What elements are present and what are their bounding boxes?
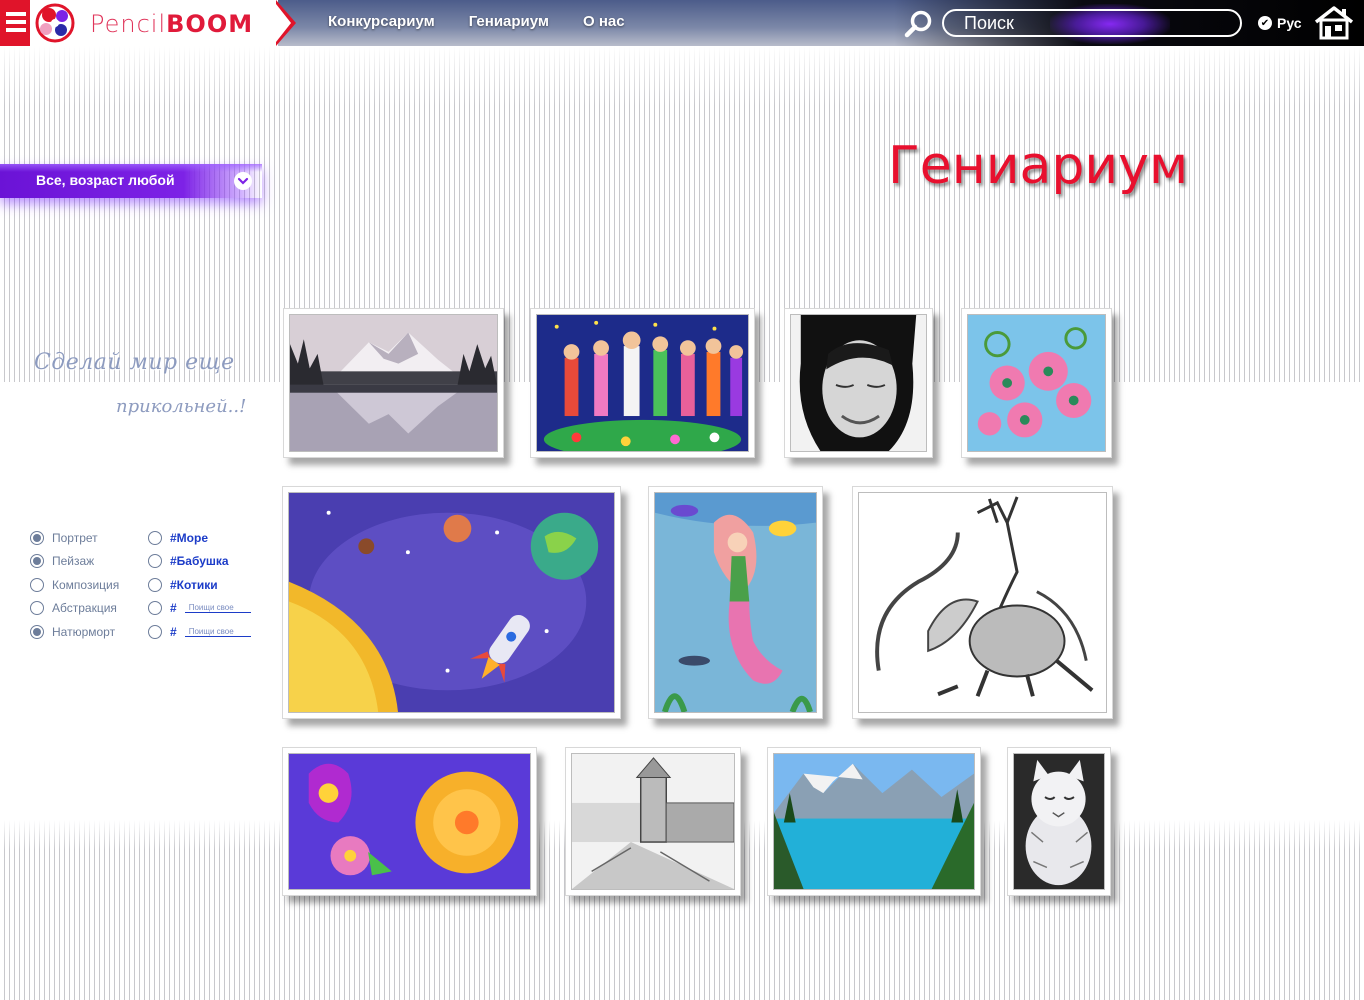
space-painting-image xyxy=(289,493,614,712)
tag-filter-cats[interactable]: #Котики xyxy=(148,573,251,597)
monastery-sketch-image xyxy=(572,754,734,889)
check-icon: ✔ xyxy=(1258,16,1272,30)
search-input[interactable] xyxy=(944,11,1240,34)
radio-button[interactable] xyxy=(30,530,44,545)
language-label: Рус xyxy=(1277,15,1302,31)
gallery-item-cat-drawing[interactable] xyxy=(1007,747,1111,896)
gallery-item-space-painting[interactable] xyxy=(282,486,621,719)
language-selector[interactable]: ✔ Рус xyxy=(1258,15,1302,31)
slogan: Сделай мир еще прикольней..! xyxy=(34,344,264,444)
logo-text: PencilBOOM xyxy=(90,10,254,38)
gallery-item-paper-roses[interactable] xyxy=(282,747,537,896)
search-box xyxy=(942,9,1242,37)
logo-block[interactable]: PencilBOOM xyxy=(0,0,296,46)
category-filter-landscape[interactable]: Пейзаж xyxy=(30,550,119,574)
nav-about[interactable]: О нас xyxy=(583,13,625,30)
home-icon[interactable] xyxy=(1312,4,1356,40)
radio-button[interactable] xyxy=(148,577,162,592)
tag-filter-grandma[interactable]: #Бабушка xyxy=(148,550,251,574)
woman-portrait-image xyxy=(791,315,926,451)
category-filter-composition[interactable]: Композиция xyxy=(30,573,119,597)
gallery-item-monastery-sketch[interactable] xyxy=(565,747,741,896)
slogan-line-1: Сделай мир еще xyxy=(34,350,235,375)
gallery-item-mountain-lake[interactable] xyxy=(283,308,504,458)
tag-filters: #Море #Бабушка #Котики # # xyxy=(148,526,251,644)
search-icon[interactable] xyxy=(903,9,935,39)
radio-button[interactable] xyxy=(148,530,162,545)
cat-drawing-image xyxy=(1014,754,1104,889)
chevron-down-icon[interactable] xyxy=(234,172,252,190)
age-filter-label: Все, возраст любой xyxy=(36,172,175,188)
gallery-item-children-drawing[interactable] xyxy=(530,308,755,458)
radio-button[interactable] xyxy=(30,554,44,569)
slogan-line-2: прикольней..! xyxy=(116,396,247,417)
radio-button[interactable] xyxy=(148,601,162,616)
radio-button[interactable] xyxy=(30,577,44,592)
nav-geniarium[interactable]: Гениариум xyxy=(469,13,549,30)
menu-icon[interactable] xyxy=(6,12,26,36)
custom-tag-row-1[interactable]: # xyxy=(148,597,251,621)
category-filters: Портрет Пейзаж Композиция Абстракция Нат… xyxy=(30,526,119,644)
category-filter-still-life[interactable]: Натюрморт xyxy=(30,620,119,644)
radio-button[interactable] xyxy=(148,554,162,569)
turquoise-lake-image xyxy=(774,754,974,889)
custom-tag-input[interactable] xyxy=(184,626,251,637)
top-header: PencilBOOM Конкурсариум Гениариум О нас … xyxy=(0,0,1364,46)
gallery-item-turquoise-lake[interactable] xyxy=(767,747,981,896)
tag-filter-sea[interactable]: #Море xyxy=(148,526,251,550)
age-filter-dropdown[interactable]: Все, возраст любой xyxy=(0,164,262,198)
main-nav: Конкурсариум Гениариум О нас xyxy=(328,13,625,30)
radio-button[interactable] xyxy=(30,624,44,639)
children-drawing-image xyxy=(537,315,748,451)
gallery-item-woman-portrait[interactable] xyxy=(784,308,933,458)
nav-konkursarium[interactable]: Конкурсариум xyxy=(328,13,435,30)
paper-flowers-image xyxy=(968,315,1105,451)
gallery-item-dragon-sketch[interactable] xyxy=(852,486,1113,719)
paper-roses-image xyxy=(289,754,530,889)
radio-button[interactable] xyxy=(148,624,162,639)
custom-tag-row-2[interactable]: # xyxy=(148,620,251,644)
gallery-item-mermaid-drawing[interactable] xyxy=(648,486,823,719)
mermaid-drawing-image xyxy=(655,493,816,712)
category-filter-portrait[interactable]: Портрет xyxy=(30,526,119,550)
category-filter-abstraction[interactable]: Абстракция xyxy=(30,597,119,621)
page-title: Гениариум xyxy=(888,136,1189,196)
radio-button[interactable] xyxy=(30,601,44,616)
custom-tag-input[interactable] xyxy=(184,603,251,614)
gallery-item-paper-flowers[interactable] xyxy=(961,308,1112,458)
mountain-lake-image xyxy=(290,315,497,451)
dragon-sketch-image xyxy=(859,493,1106,712)
logo-icon xyxy=(35,3,75,43)
